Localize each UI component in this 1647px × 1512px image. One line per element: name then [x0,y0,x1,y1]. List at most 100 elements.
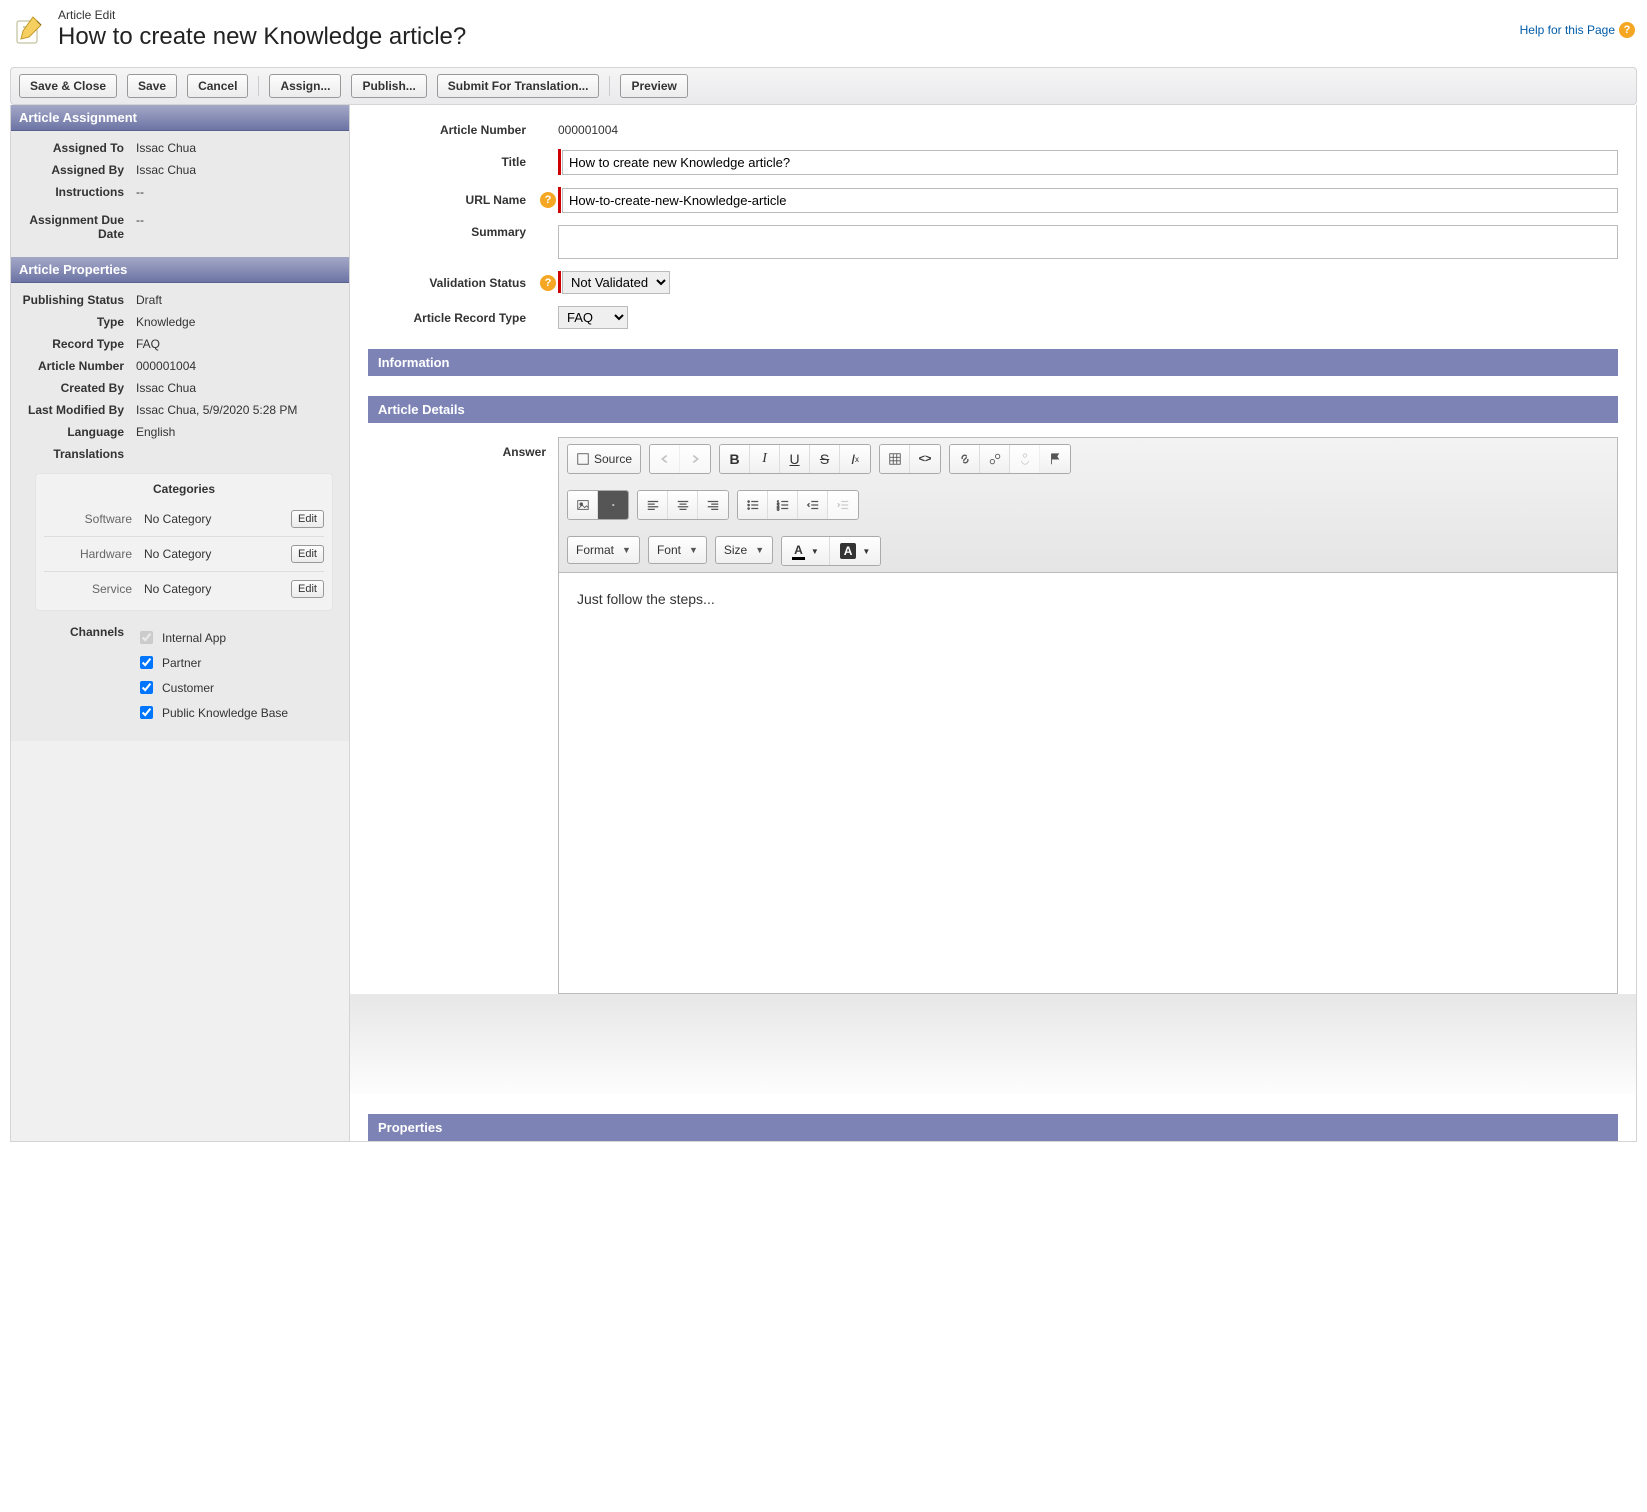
image-button[interactable] [568,491,598,519]
pub-status-value: Draft [136,293,162,307]
rich-text-editor: Source B I U S Ix [558,437,1618,994]
remove-format-button[interactable]: Ix [840,445,870,473]
format-dropdown[interactable]: Format▼ [567,536,640,564]
channel-checkbox[interactable] [140,656,153,669]
submit-translation-button[interactable]: Submit For Translation... [437,74,600,98]
validation-status-select[interactable]: Not Validated [562,271,670,294]
channel-customer[interactable]: Customer [136,675,288,700]
summary-label: Summary [368,225,538,239]
instructions-label: Instructions [21,185,136,199]
channel-checkbox[interactable] [140,681,153,694]
assign-button[interactable]: Assign... [269,74,341,98]
number-list-button[interactable]: 123 [768,491,798,519]
pub-status-label: Publishing Status [21,293,136,307]
category-row-service: Service No Category Edit [44,572,324,606]
help-link[interactable]: Help for this Page ? [1520,22,1635,38]
save-button[interactable]: Save [127,74,177,98]
channels-label: Channels [21,625,136,725]
url-name-input[interactable] [562,188,1618,213]
redo-button[interactable] [680,445,710,473]
type-value: Knowledge [136,315,195,329]
article-record-type-select[interactable]: FAQ [558,306,628,329]
language-label: Language [21,425,136,439]
side-article-number-label: Article Number [21,359,136,373]
category-row-software: Software No Category Edit [44,502,324,537]
link-button[interactable] [950,445,980,473]
channel-checkbox[interactable] [140,631,153,644]
flag-button[interactable] [1040,445,1070,473]
font-dropdown[interactable]: Font▼ [648,536,707,564]
last-mod-value: Issac Chua, 5/9/2020 5:28 PM [136,403,297,417]
required-indicator [558,271,561,293]
indent-button[interactable] [828,491,858,519]
cancel-button[interactable]: Cancel [187,74,248,98]
editor-content-area[interactable]: Just follow the steps... [559,573,1617,993]
code-button[interactable]: <> [910,445,940,473]
size-dropdown[interactable]: Size▼ [715,536,773,564]
title-input[interactable] [562,150,1618,175]
channel-checkbox[interactable] [140,706,153,719]
table-button[interactable] [880,445,910,473]
preview-button[interactable]: Preview [620,74,687,98]
record-type-value: FAQ [136,337,160,351]
category-label: Service [44,582,144,596]
help-link-label: Help for this Page [1520,23,1615,37]
bold-button[interactable]: B [720,445,750,473]
article-details-section-bar: Article Details [368,396,1618,423]
strike-button[interactable]: S [810,445,840,473]
channel-partner[interactable]: Partner [136,650,288,675]
publish-button[interactable]: Publish... [351,74,426,98]
bullet-list-button[interactable] [738,491,768,519]
undo-button[interactable] [650,445,680,473]
align-right-button[interactable] [698,491,728,519]
channels-list: Internal App Partner Customer Public Kno… [136,625,288,725]
anchor-button[interactable] [1010,445,1040,473]
channels-row: Channels Internal App Partner Customer P… [21,619,339,729]
answer-label: Answer [368,437,558,994]
outdent-button[interactable] [798,491,828,519]
main-panel: Article Number 000001004 Title URL Name … [350,105,1637,1142]
sidebar: Article Assignment Assigned ToIssac Chua… [10,105,350,1142]
required-indicator [558,187,561,213]
article-properties-header: Article Properties [11,257,349,283]
align-left-button[interactable] [638,491,668,519]
assigned-by-label: Assigned By [21,163,136,177]
article-record-type-label: Article Record Type [368,311,538,325]
created-by-label: Created By [21,381,136,395]
unlink-button[interactable] [980,445,1010,473]
category-label: Software [44,512,144,526]
main-gradient [350,994,1636,1094]
text-color-button[interactable]: A▼ [782,537,830,565]
due-label: Assignment Due Date [21,213,136,241]
category-value: No Category [144,547,291,561]
channel-internal-app[interactable]: Internal App [136,625,288,650]
source-button[interactable]: Source [568,445,640,473]
article-assignment-body: Assigned ToIssac Chua Assigned ByIssac C… [11,131,349,257]
assigned-to-value: Issac Chua [136,141,196,155]
edit-category-button[interactable]: Edit [291,545,324,563]
help-tooltip-icon[interactable]: ? [540,275,556,291]
article-assignment-header: Article Assignment [11,105,349,131]
record-type-label: Record Type [21,337,136,351]
article-properties-body: Publishing StatusDraft TypeKnowledge Rec… [11,283,349,741]
video-button[interactable] [598,491,628,519]
editor-toolbar: Source B I U S Ix [559,438,1617,573]
categories-box: Categories Software No Category Edit Har… [35,473,333,611]
help-tooltip-icon[interactable]: ? [540,192,556,208]
help-icon: ? [1619,22,1635,38]
svg-text:3: 3 [776,506,779,511]
page-title: How to create new Knowledge article? [58,23,466,51]
created-by-value: Issac Chua [136,381,196,395]
italic-button[interactable]: I [750,445,780,473]
summary-textarea[interactable] [558,225,1618,259]
underline-button[interactable]: U [780,445,810,473]
save-close-button[interactable]: Save & Close [19,74,117,98]
edit-category-button[interactable]: Edit [291,510,324,528]
translations-label: Translations [21,447,136,461]
channel-public-kb[interactable]: Public Knowledge Base [136,700,288,725]
article-number-value: 000001004 [558,123,1618,137]
edit-category-button[interactable]: Edit [291,580,324,598]
bg-color-button[interactable]: A▼ [830,537,881,565]
information-section-bar: Information [368,349,1618,376]
align-center-button[interactable] [668,491,698,519]
